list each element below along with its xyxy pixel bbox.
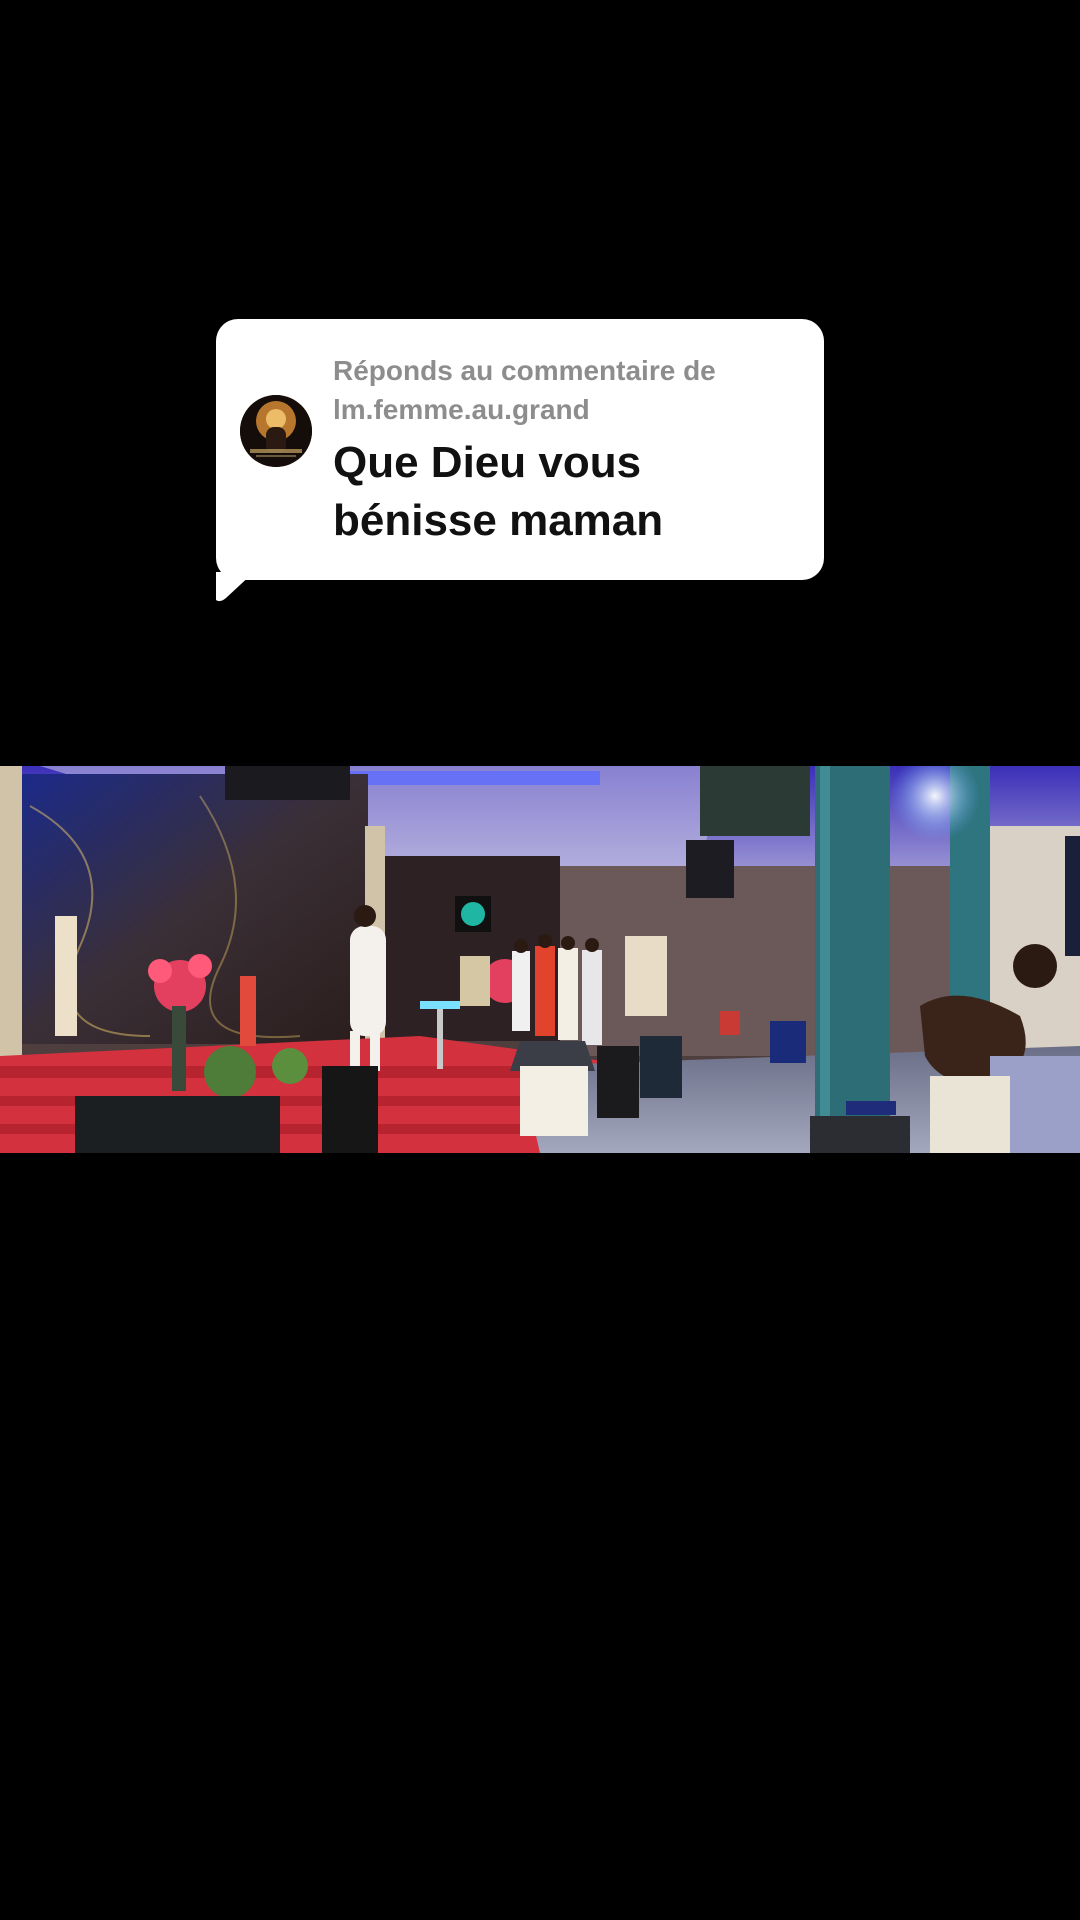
reply-header: Réponds au commentaire de lm.femme.au.gr… bbox=[333, 351, 803, 429]
video-player[interactable] bbox=[0, 766, 1080, 1153]
commenter-avatar[interactable] bbox=[240, 395, 312, 467]
comment-text: Que Dieu vous bénisse maman bbox=[333, 434, 803, 550]
comment-text-line-1: Que Dieu vous bbox=[333, 438, 642, 487]
comment-text-line-2: bénisse maman bbox=[333, 496, 664, 545]
comment-reply-sticker[interactable]: Réponds au commentaire de lm.femme.au.gr… bbox=[216, 319, 824, 580]
commenter-username[interactable]: lm.femme.au.grand bbox=[333, 390, 803, 429]
sticker-tail bbox=[216, 572, 254, 602]
video-post-screen: Réponds au commentaire de lm.femme.au.gr… bbox=[0, 0, 1080, 1920]
reply-header-text: Réponds au commentaire de bbox=[333, 355, 716, 386]
video-frame-image bbox=[0, 766, 1080, 1153]
